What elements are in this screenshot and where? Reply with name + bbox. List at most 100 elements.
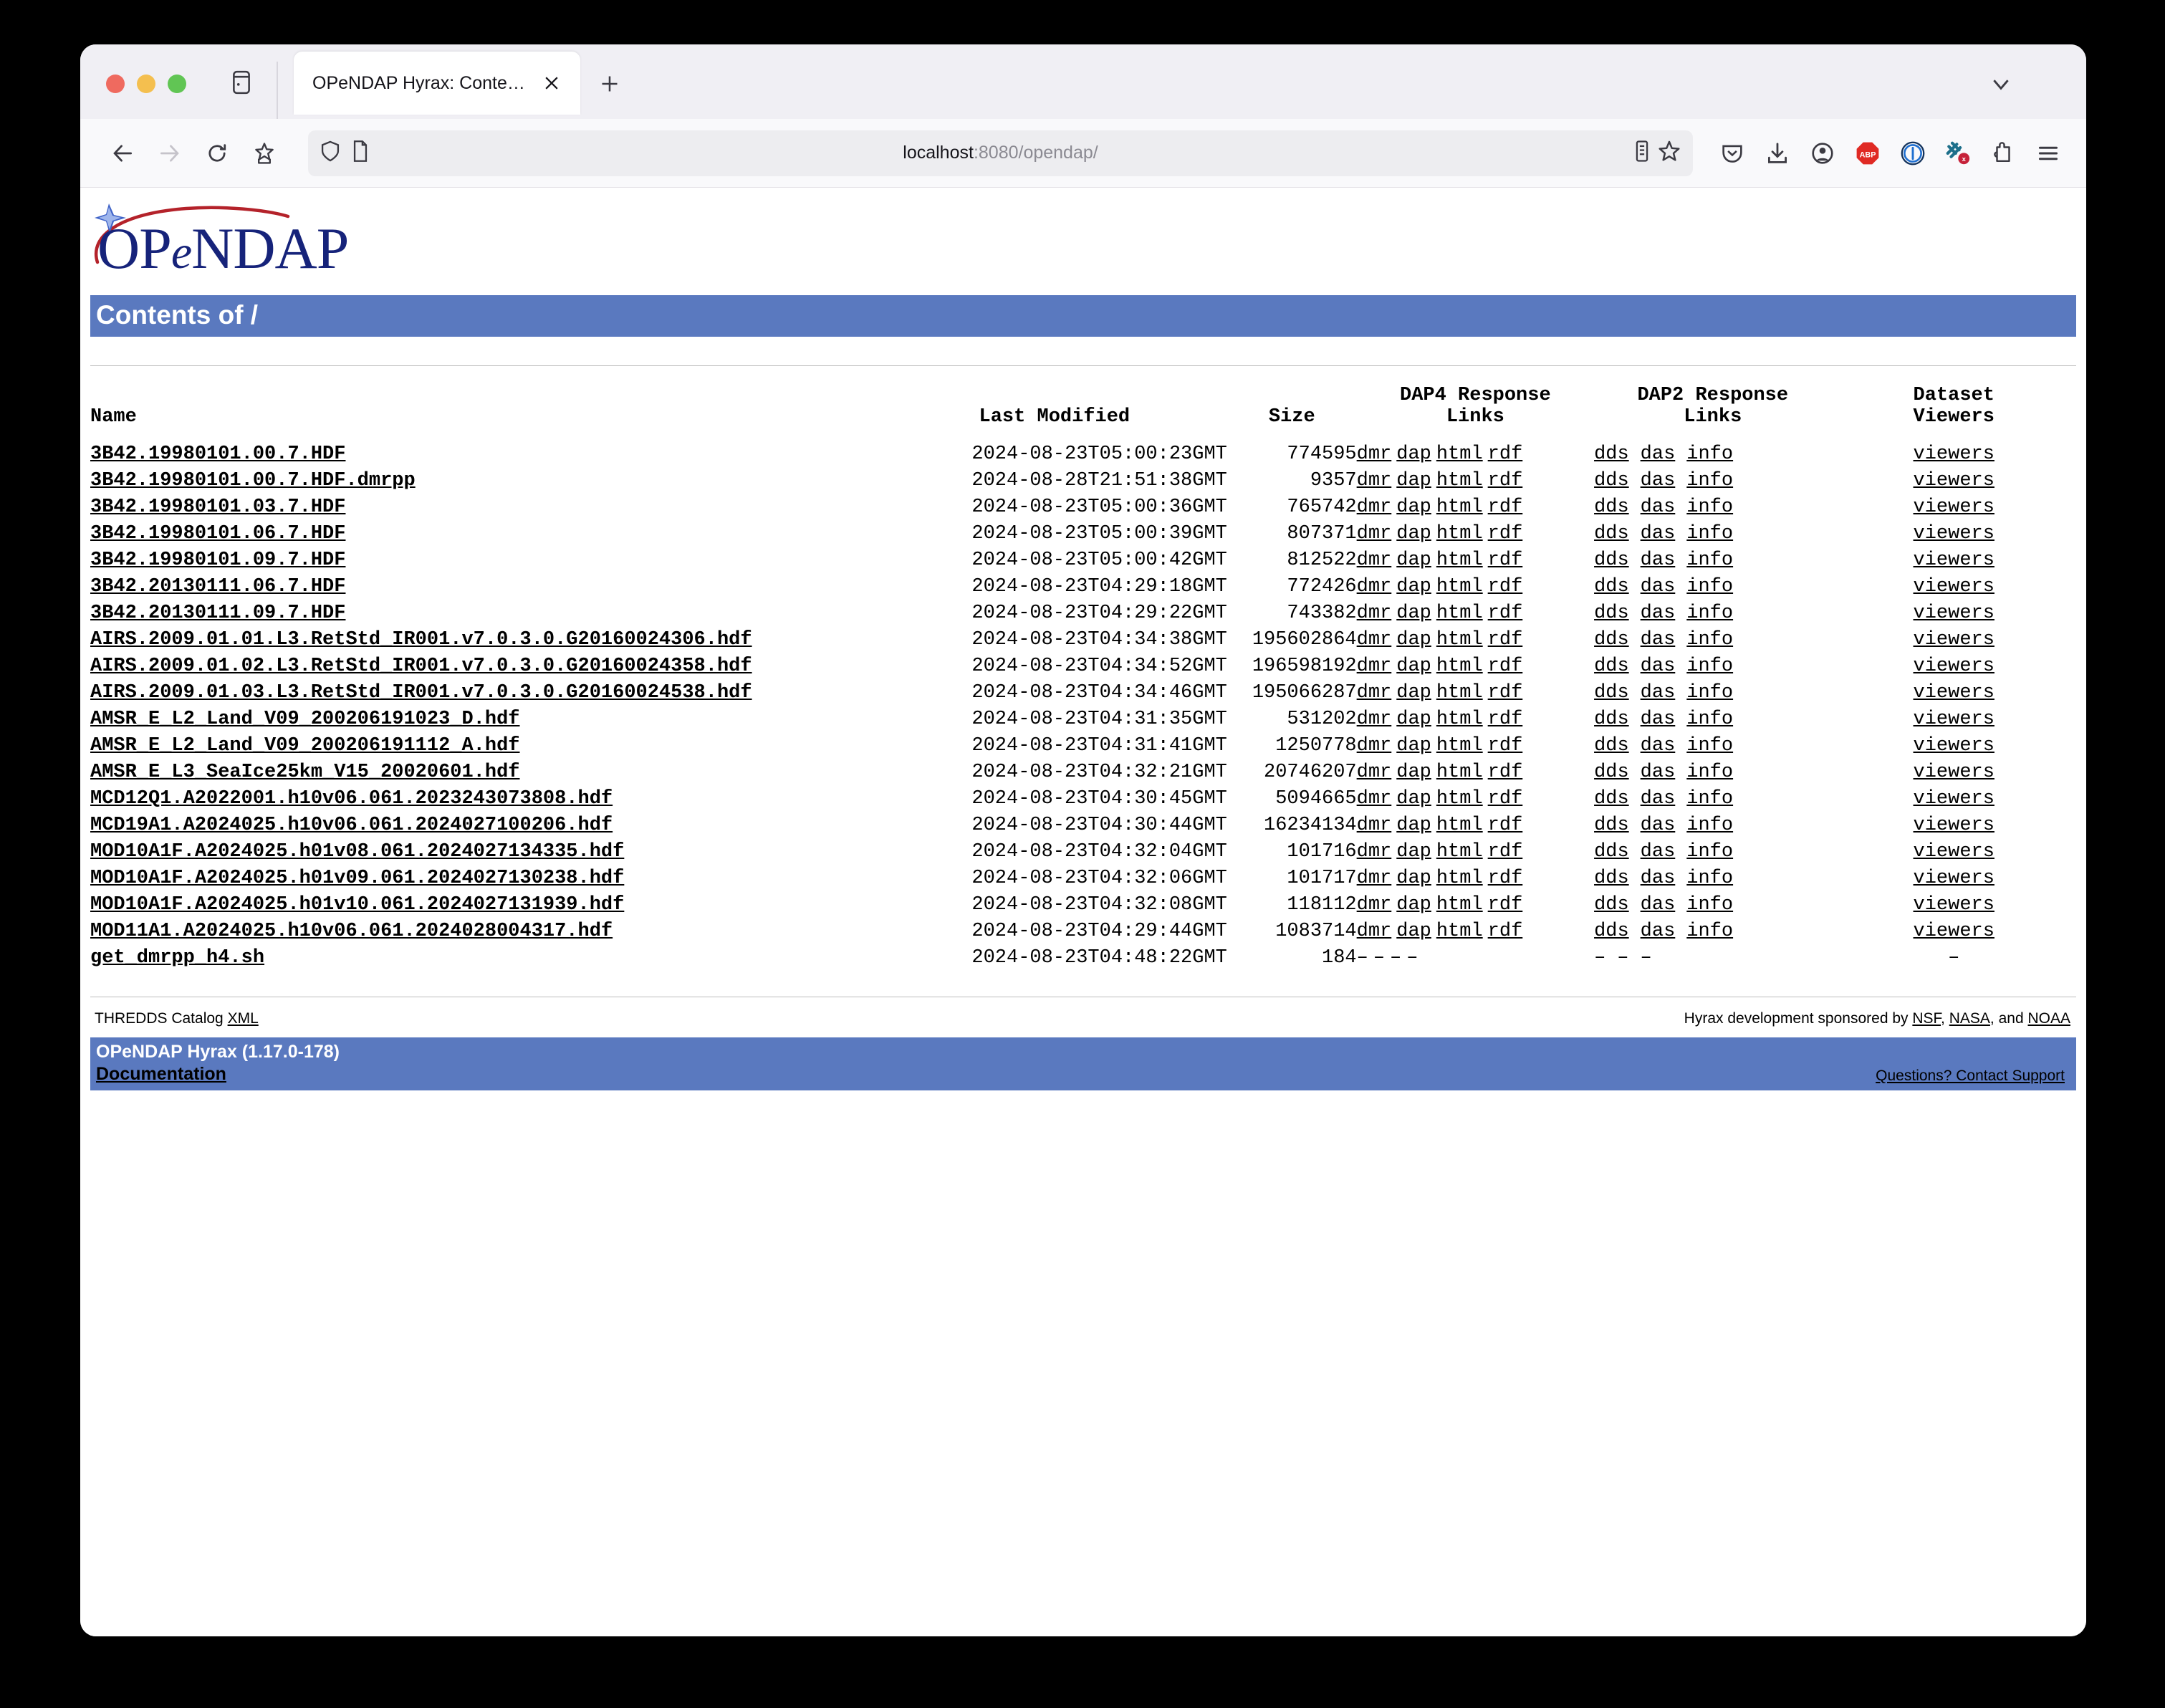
opendap-logo-icon[interactable]: OPeNDAP xyxy=(93,201,466,294)
dap2-dds-link[interactable]: dds xyxy=(1594,682,1629,704)
dap4-dmr-link[interactable]: dmr xyxy=(1357,682,1392,704)
dap2-das-link[interactable]: das xyxy=(1641,603,1676,624)
privacy-badger-icon[interactable] xyxy=(1895,135,1931,171)
back-arrow-icon[interactable] xyxy=(100,131,145,176)
dap2-dds-link[interactable]: dds xyxy=(1594,550,1629,571)
dap2-info-link[interactable]: info xyxy=(1686,841,1733,863)
dap2-dds-link[interactable]: dds xyxy=(1594,841,1629,863)
file-name-link[interactable]: 3B42.19980101.09.7.HDF xyxy=(90,550,345,571)
viewers-viewers-link[interactable]: viewers xyxy=(1914,443,1994,465)
document-icon[interactable] xyxy=(351,140,370,166)
dap2-info-link[interactable]: info xyxy=(1686,868,1733,889)
bookmark-star-icon[interactable] xyxy=(242,131,287,176)
dap4-rdf-link[interactable]: rdf xyxy=(1488,735,1523,757)
site-logo[interactable]: OPeNDAP xyxy=(90,188,2076,295)
dap2-das-link[interactable]: das xyxy=(1641,443,1676,465)
dap2-info-link[interactable]: info xyxy=(1686,576,1733,598)
sponsor-noaa-link[interactable]: NOAA xyxy=(2027,1010,2070,1027)
file-name-link[interactable]: 3B42.20130111.06.7.HDF xyxy=(90,576,345,598)
dap4-rdf-link[interactable]: rdf xyxy=(1488,550,1523,571)
dap4-dmr-link[interactable]: dmr xyxy=(1357,576,1392,598)
dap4-dmr-link[interactable]: dmr xyxy=(1357,894,1392,916)
close-window-button[interactable] xyxy=(106,75,125,93)
file-name-link[interactable]: 3B42.19980101.00.7.HDF xyxy=(90,443,345,465)
dap2-info-link[interactable]: info xyxy=(1686,682,1733,704)
dap4-rdf-link[interactable]: rdf xyxy=(1488,470,1523,491)
noscript-icon[interactable]: x xyxy=(1940,135,1976,171)
dap2-dds-link[interactable]: dds xyxy=(1594,894,1629,916)
dap4-dmr-link[interactable]: dmr xyxy=(1357,788,1392,810)
minimize-window-button[interactable] xyxy=(137,75,155,93)
dap4-dmr-link[interactable]: dmr xyxy=(1357,603,1392,624)
dap4-html-link[interactable]: html xyxy=(1436,629,1483,651)
file-name-link[interactable]: MCD19A1.A2024025.h10v06.061.202402710020… xyxy=(90,815,613,836)
dap4-html-link[interactable]: html xyxy=(1436,656,1483,677)
dap4-rdf-link[interactable]: rdf xyxy=(1488,921,1523,942)
dap4-html-link[interactable]: html xyxy=(1436,470,1483,491)
file-name-link[interactable]: MOD10A1F.A2024025.h01v10.061.20240271319… xyxy=(90,894,624,916)
dap2-dds-link[interactable]: dds xyxy=(1594,762,1629,783)
viewers-viewers-link[interactable]: viewers xyxy=(1914,709,1994,730)
dap4-html-link[interactable]: html xyxy=(1436,921,1483,942)
dap2-info-link[interactable]: info xyxy=(1686,815,1733,836)
dap2-das-link[interactable]: das xyxy=(1641,576,1676,598)
browser-tab[interactable]: OPeNDAP Hyrax: Contents of / xyxy=(294,52,580,115)
dap2-info-link[interactable]: info xyxy=(1686,735,1733,757)
dap4-dap-link[interactable]: dap xyxy=(1396,523,1431,544)
sponsor-nsf-link[interactable]: NSF xyxy=(1912,1010,1941,1027)
dap2-dds-link[interactable]: dds xyxy=(1594,709,1629,730)
file-name-link[interactable]: AMSR_E_L2_Land_V09_200206191023_D.hdf xyxy=(90,709,520,730)
viewers-viewers-link[interactable]: viewers xyxy=(1914,470,1994,491)
pocket-icon[interactable] xyxy=(1714,135,1750,171)
dap4-dmr-link[interactable]: dmr xyxy=(1357,656,1392,677)
dap4-rdf-link[interactable]: rdf xyxy=(1488,576,1523,598)
dap2-info-link[interactable]: info xyxy=(1686,921,1733,942)
dap4-dap-link[interactable]: dap xyxy=(1396,841,1431,863)
dap2-dds-link[interactable]: dds xyxy=(1594,496,1629,518)
dap4-dap-link[interactable]: dap xyxy=(1396,762,1431,783)
dap4-html-link[interactable]: html xyxy=(1436,735,1483,757)
viewers-viewers-link[interactable]: viewers xyxy=(1914,735,1994,757)
dap2-das-link[interactable]: das xyxy=(1641,788,1676,810)
file-name-link[interactable]: 3B42.19980101.00.7.HDF.dmrpp xyxy=(90,470,416,491)
dap4-html-link[interactable]: html xyxy=(1436,523,1483,544)
dap4-html-link[interactable]: html xyxy=(1436,709,1483,730)
file-name-link[interactable]: AIRS.2009.01.01.L3.RetStd_IR001.v7.0.3.0… xyxy=(90,629,752,651)
dap4-dmr-link[interactable]: dmr xyxy=(1357,496,1392,518)
thredds-xml-link[interactable]: XML xyxy=(228,1010,259,1027)
dap4-dmr-link[interactable]: dmr xyxy=(1357,443,1392,465)
dap4-rdf-link[interactable]: rdf xyxy=(1488,629,1523,651)
file-name-link[interactable]: AIRS.2009.01.02.L3.RetStd_IR001.v7.0.3.0… xyxy=(90,656,752,677)
viewers-viewers-link[interactable]: viewers xyxy=(1914,868,1994,889)
dap4-html-link[interactable]: html xyxy=(1436,682,1483,704)
dap4-rdf-link[interactable]: rdf xyxy=(1488,709,1523,730)
dap2-info-link[interactable]: info xyxy=(1686,550,1733,571)
dap4-dap-link[interactable]: dap xyxy=(1396,868,1431,889)
viewers-viewers-link[interactable]: viewers xyxy=(1914,788,1994,810)
dap4-dap-link[interactable]: dap xyxy=(1396,921,1431,942)
viewers-viewers-link[interactable]: viewers xyxy=(1914,629,1994,651)
viewers-viewers-link[interactable]: viewers xyxy=(1914,496,1994,518)
dap2-das-link[interactable]: das xyxy=(1641,841,1676,863)
dap2-dds-link[interactable]: dds xyxy=(1594,656,1629,677)
dap4-dap-link[interactable]: dap xyxy=(1396,550,1431,571)
viewers-viewers-link[interactable]: viewers xyxy=(1914,523,1994,544)
dap2-info-link[interactable]: info xyxy=(1686,496,1733,518)
dap4-html-link[interactable]: html xyxy=(1436,815,1483,836)
file-name-link[interactable]: get_dmrpp_h4.sh xyxy=(90,947,264,969)
dap4-html-link[interactable]: html xyxy=(1436,550,1483,571)
viewers-viewers-link[interactable]: viewers xyxy=(1914,682,1994,704)
download-icon[interactable] xyxy=(1760,135,1795,171)
dap2-dds-link[interactable]: dds xyxy=(1594,735,1629,757)
file-name-link[interactable]: 3B42.20130111.09.7.HDF xyxy=(90,603,345,624)
plus-icon[interactable] xyxy=(593,67,626,100)
viewers-viewers-link[interactable]: viewers xyxy=(1914,841,1994,863)
dap4-rdf-link[interactable]: rdf xyxy=(1488,603,1523,624)
dap2-das-link[interactable]: das xyxy=(1641,496,1676,518)
url-bar[interactable]: localhost:8080/opendap/ xyxy=(308,130,1693,176)
dap4-html-link[interactable]: html xyxy=(1436,603,1483,624)
file-name-link[interactable]: MOD10A1F.A2024025.h01v09.061.20240271302… xyxy=(90,868,624,889)
dap4-dmr-link[interactable]: dmr xyxy=(1357,735,1392,757)
file-name-link[interactable]: MOD10A1F.A2024025.h01v08.061.20240271343… xyxy=(90,841,624,863)
contact-support-link[interactable]: Questions? Contact Support xyxy=(1876,1068,2065,1085)
